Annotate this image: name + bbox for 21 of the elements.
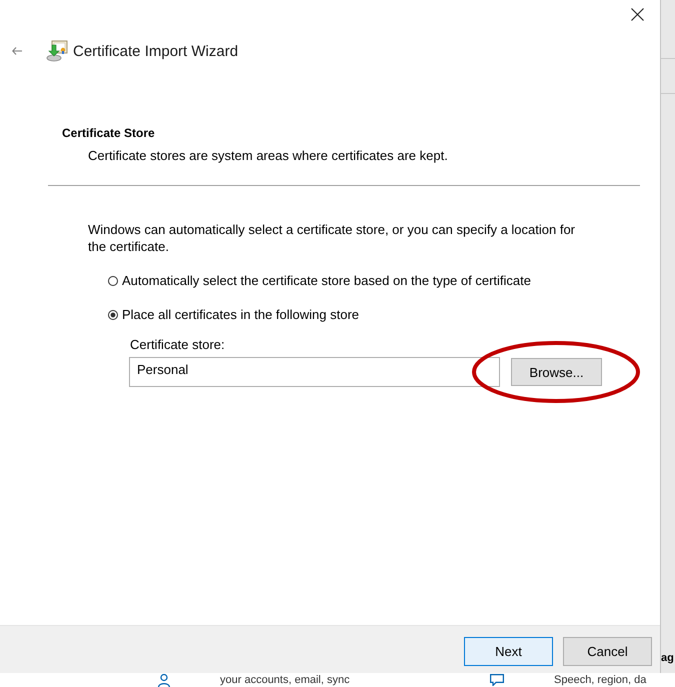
close-icon[interactable]: [631, 8, 644, 20]
certificate-store-field[interactable]: Personal: [129, 357, 500, 387]
radio-option[interactable]: Place all certificates in the following store: [108, 306, 360, 323]
browse-button[interactable]: Browse...: [511, 358, 602, 386]
background-text: Speech, region, da: [554, 673, 646, 687]
speech-bubble-icon: [490, 674, 504, 686]
section-title: Certificate Store: [62, 125, 156, 141]
intro-text: Windows can automatically select a certificate store, or you can specify a location for the certificate.: [88, 221, 576, 255]
certificate-icon: [46, 40, 68, 62]
window-title: Certificate Import Wizard: [73, 42, 238, 60]
background-text: your accounts, email, sync: [220, 673, 350, 687]
radio-icon[interactable]: [108, 276, 118, 286]
person-icon: [158, 674, 170, 686]
background-heading: ag: [661, 652, 674, 665]
radio-option[interactable]: Automatically select the certificate store based on the type of certificate: [108, 272, 531, 289]
section-subtitle: Certificate stores are system areas where certificates are kept.: [88, 148, 448, 164]
back-icon[interactable]: [12, 47, 22, 55]
radio-icon[interactable]: [108, 310, 118, 320]
next-button[interactable]: Next: [464, 637, 553, 666]
cancel-button[interactable]: Cancel: [563, 637, 652, 666]
field-label: Certificate store:: [130, 336, 225, 353]
